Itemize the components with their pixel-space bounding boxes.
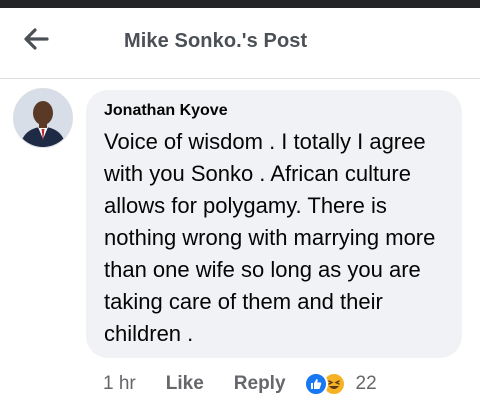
- comment-bubble: Jonathan Kyove Voice of wisdom . I total…: [86, 90, 462, 358]
- arrow-left-icon: [24, 28, 49, 50]
- back-button[interactable]: [18, 24, 54, 54]
- post-header: Mike Sonko.'s Post: [0, 8, 480, 79]
- avatar[interactable]: [13, 88, 73, 148]
- reply-button[interactable]: Reply: [234, 373, 286, 395]
- reaction-count[interactable]: 22: [356, 373, 377, 395]
- comment-author[interactable]: Jonathan Kyove: [104, 102, 444, 120]
- page-title: Mike Sonko.'s Post: [124, 30, 308, 52]
- reactions-summary[interactable]: [303, 372, 346, 396]
- profile-photo-icon: [14, 89, 72, 147]
- comment-text: Voice of wisdom . I totally I agree with…: [104, 129, 436, 346]
- comment-timestamp[interactable]: 1 hr: [103, 373, 136, 395]
- comment-actions: 1 hr Like Reply 22: [103, 370, 377, 398]
- like-button[interactable]: Like: [166, 373, 204, 395]
- status-bar: [0, 0, 480, 8]
- like-reaction-icon: [303, 372, 328, 396]
